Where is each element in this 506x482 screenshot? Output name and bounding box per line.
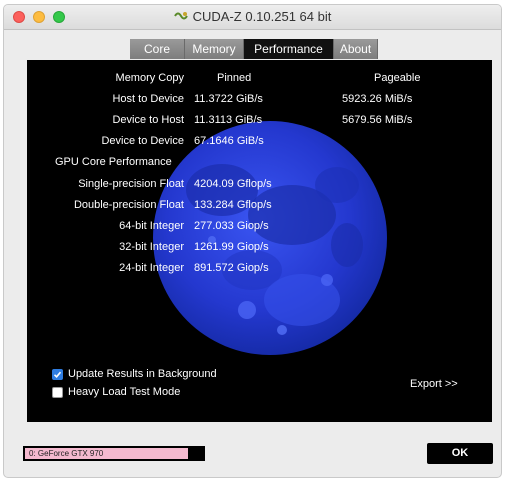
- device-selector-value: 0: GeForce GTX 970: [25, 448, 188, 459]
- tab-bar: Core Memory Performance About: [130, 39, 378, 59]
- memory-copy-label: Memory Copy: [115, 72, 184, 84]
- metric-value: 133.284 Gflop/s: [194, 199, 272, 211]
- int64-row: 64-bit Integer 277.033 Giop/s: [27, 218, 492, 234]
- checkbox-label: Heavy Load Test Mode: [68, 386, 181, 398]
- title-bar[interactable]: CUDA-Z 0.10.251 64 bit: [4, 5, 501, 30]
- tab-core[interactable]: Core: [130, 39, 185, 59]
- performance-panel: Memory Copy Pinned Pageable Host to Devi…: [27, 60, 492, 422]
- metric-value: 1261.99 Giop/s: [194, 241, 269, 253]
- checkmark-icon: [53, 371, 62, 378]
- pinned-value: 67.1646 GiB/s: [194, 135, 264, 147]
- pageable-column-header: Pageable: [374, 72, 421, 84]
- metric-value: 891.572 Giop/s: [194, 262, 269, 274]
- metric-label: 24-bit Integer: [119, 262, 184, 274]
- tab-memory[interactable]: Memory: [185, 39, 244, 59]
- checkbox-label: Update Results in Background: [68, 368, 217, 380]
- int24-row: 24-bit Integer 891.572 Giop/s: [27, 260, 492, 276]
- metric-label: 32-bit Integer: [119, 241, 184, 253]
- pinned-value: 11.3722 GiB/s: [194, 93, 263, 105]
- pageable-value: 5923.26 MiB/s: [342, 93, 413, 105]
- gpu-core-header-row: GPU Core Performance: [27, 154, 492, 170]
- memory-copy-header-row: Memory Copy Pinned Pageable: [27, 70, 492, 86]
- metric-label: Single-precision Float: [78, 178, 184, 190]
- metric-label: Device to Host: [112, 114, 184, 126]
- metric-label: Double-precision Float: [73, 199, 184, 211]
- int32-row: 32-bit Integer 1261.99 Giop/s: [27, 239, 492, 255]
- export-button[interactable]: Export >>: [410, 378, 458, 390]
- single-precision-row: Single-precision Float 4204.09 Gflop/s: [27, 176, 492, 192]
- metric-label: 64-bit Integer: [119, 220, 184, 232]
- update-background-checkbox[interactable]: Update Results in Background: [52, 367, 217, 381]
- checkbox-checked[interactable]: [52, 368, 63, 380]
- tab-performance[interactable]: Performance: [244, 39, 334, 59]
- gpu-core-performance-label: GPU Core Performance: [55, 156, 172, 168]
- metric-value: 277.033 Giop/s: [194, 220, 269, 232]
- device-to-host-row: Device to Host 11.3113 GiB/s 5679.56 MiB…: [27, 112, 492, 128]
- cuda-z-logo-icon: [173, 12, 188, 20]
- double-precision-row: Double-precision Float 133.284 Gflop/s: [27, 197, 492, 213]
- pinned-value: 11.3113 GiB/s: [194, 114, 263, 126]
- pageable-value: 5679.56 MiB/s: [342, 114, 413, 126]
- window-title-container: CUDA-Z 0.10.251 64 bit: [4, 9, 501, 24]
- metric-label: Host to Device: [112, 93, 184, 105]
- window-title: CUDA-Z 0.10.251 64 bit: [192, 9, 332, 24]
- device-to-device-row: Device to Device 67.1646 GiB/s: [27, 133, 492, 149]
- app-window: CUDA-Z 0.10.251 64 bit Core Memory Perfo…: [3, 4, 502, 478]
- device-selector[interactable]: 0: GeForce GTX 970: [23, 446, 205, 461]
- tab-about[interactable]: About: [334, 39, 378, 59]
- pinned-column-header: Pinned: [217, 72, 252, 84]
- ok-button[interactable]: OK: [427, 443, 493, 464]
- metric-value: 4204.09 Gflop/s: [194, 178, 272, 190]
- heavy-load-checkbox[interactable]: Heavy Load Test Mode: [52, 385, 180, 399]
- checkbox-unchecked[interactable]: [52, 386, 63, 398]
- host-to-device-row: Host to Device 11.3722 GiB/s 5923.26 MiB…: [27, 91, 492, 107]
- metric-label: Device to Device: [101, 135, 184, 147]
